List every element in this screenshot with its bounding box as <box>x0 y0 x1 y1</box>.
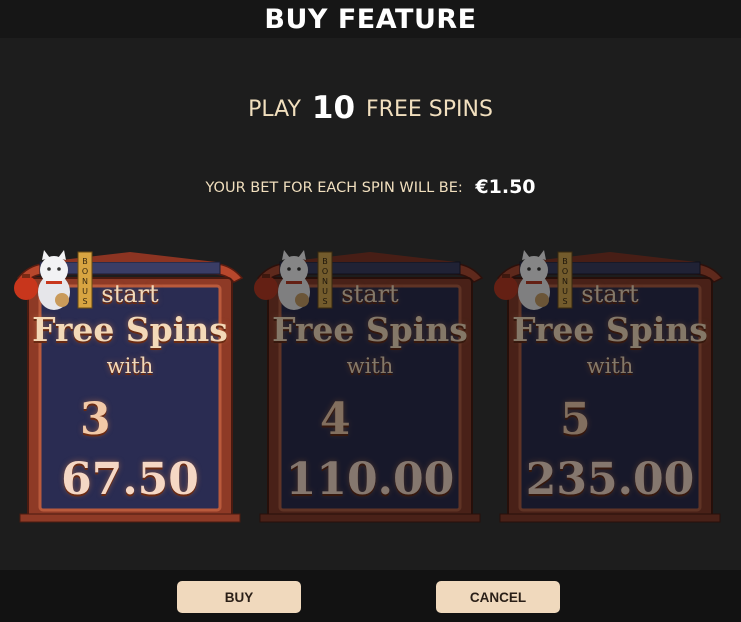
title-bar: BUY FEATURE <box>0 0 741 38</box>
feature-card-5-spins[interactable]: start Free Spins with 5 B O N U S 235.00 <box>494 248 726 524</box>
bet-label: YOUR BET FOR EACH SPIN WILL BE: <box>205 180 463 196</box>
svg-text:U: U <box>322 287 328 296</box>
play-free-spins-text: PLAY 10 FREE SPINS <box>0 90 741 126</box>
card-with-text: with <box>346 354 394 378</box>
feature-options: start Free Spins with 3 B O N U S 67.50 … <box>0 248 741 528</box>
svg-text:U: U <box>82 287 88 296</box>
svg-text:O: O <box>322 267 328 276</box>
svg-text:S: S <box>562 297 567 306</box>
svg-text:N: N <box>562 277 568 286</box>
lucky-cat-icon: B O N U S <box>494 250 573 310</box>
svg-text:N: N <box>322 277 328 286</box>
feature-card-3-spins[interactable]: start Free Spins with 3 B O N U S 67.50 <box>14 248 246 524</box>
svg-text:N: N <box>82 277 88 286</box>
card-with-text: with <box>586 354 634 378</box>
card-free-spins-text: Free Spins <box>512 310 708 349</box>
svg-text:O: O <box>562 267 568 276</box>
play-suffix: FREE SPINS <box>366 97 493 122</box>
feature-card-4-spins[interactable]: start Free Spins with 4 B O N U S 110.00 <box>254 248 486 524</box>
svg-text:O: O <box>82 267 88 276</box>
card-price: 67.50 <box>61 454 199 505</box>
cancel-button[interactable]: CANCEL <box>436 581 560 613</box>
card-free-spins-text: Free Spins <box>32 310 228 349</box>
bottom-bar <box>0 570 741 622</box>
lucky-cat-icon: B O N U S <box>14 250 93 310</box>
card-spin-count: 5 <box>560 394 591 445</box>
card-spin-count: 3 <box>80 394 111 445</box>
play-prefix: PLAY <box>248 97 301 122</box>
free-spins-count: 10 <box>311 90 356 126</box>
bet-info: YOUR BET FOR EACH SPIN WILL BE: €1.50 <box>0 176 741 198</box>
svg-text:B: B <box>562 257 568 266</box>
svg-text:B: B <box>322 257 328 266</box>
card-price: 235.00 <box>525 454 695 505</box>
card-spin-count: 4 <box>320 394 351 445</box>
svg-text:S: S <box>82 297 87 306</box>
page-title: BUY FEATURE <box>264 3 477 35</box>
card-with-text: with <box>106 354 154 378</box>
card-free-spins-text: Free Spins <box>272 310 468 349</box>
card-price: 110.00 <box>285 454 455 505</box>
lucky-cat-icon: B O N U S <box>254 250 333 310</box>
buy-button[interactable]: BUY <box>177 581 301 613</box>
bet-amount: €1.50 <box>475 176 536 198</box>
svg-text:B: B <box>82 257 88 266</box>
svg-text:U: U <box>562 287 568 296</box>
svg-text:S: S <box>322 297 327 306</box>
